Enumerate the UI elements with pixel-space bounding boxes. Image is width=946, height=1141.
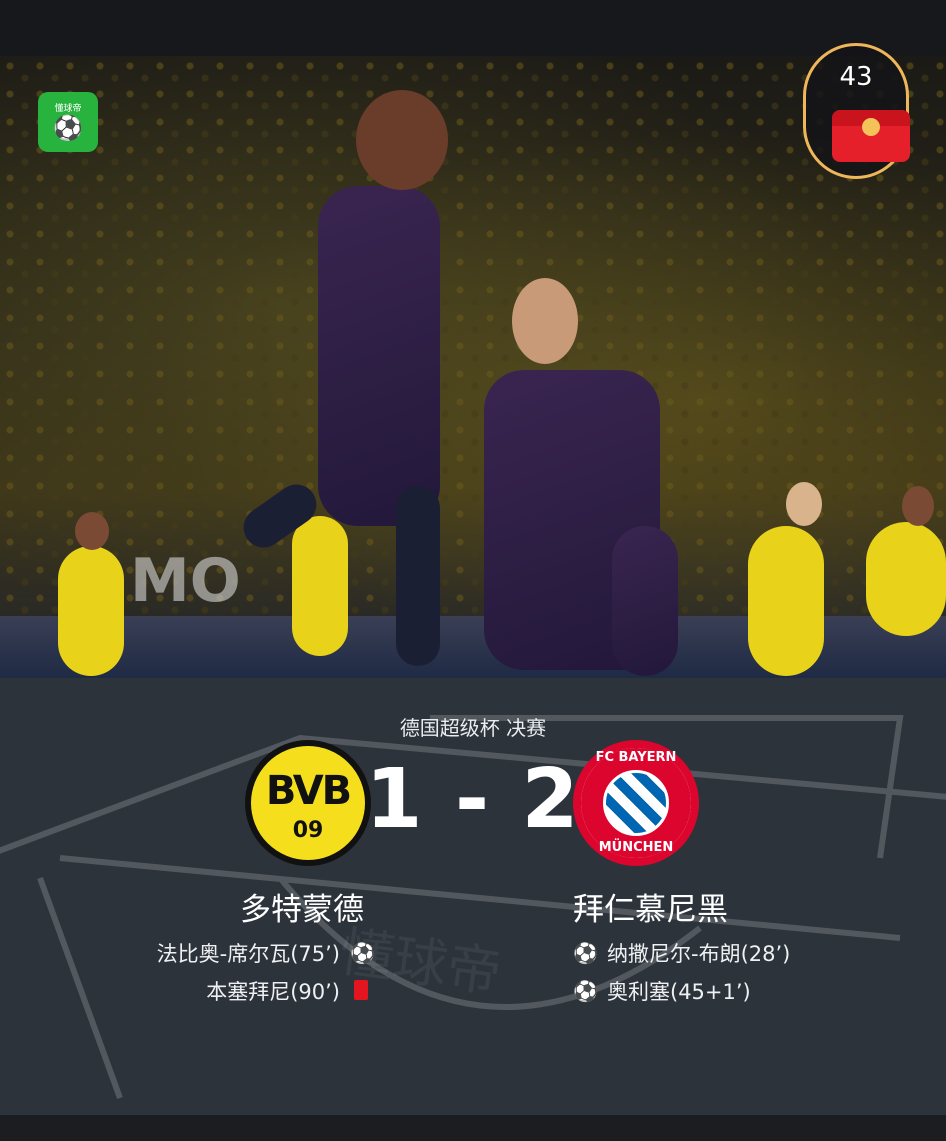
home-event-goal: 法比奥-席尔瓦(75’) ⚽ <box>156 934 375 972</box>
soccer-ball-icon: ⚽ <box>53 114 83 142</box>
red-card-icon <box>350 980 372 1002</box>
soccer-ball-icon: ⚽ <box>573 941 598 965</box>
player-bvb-24 <box>748 526 824 676</box>
event-text: 本塞拜尼(90’) <box>206 980 340 1004</box>
pitch-lines-background <box>0 715 946 1100</box>
home-events: 法比奥-席尔瓦(75’) ⚽ 本塞拜尼(90’) <box>156 934 375 1010</box>
home-event-red-card: 本塞拜尼(90’) <box>157 972 372 1010</box>
red-envelope-icon <box>832 110 910 162</box>
player-head <box>902 486 934 526</box>
soccer-ball-icon: ⚽ <box>573 979 598 1003</box>
player-bvb-mid <box>292 516 348 656</box>
away-team-crest[interactable]: FC BAYERN MÜNCHEN <box>573 740 699 866</box>
soccer-ball-icon: ⚽ <box>350 941 375 965</box>
away-crest-top-text: FC BAYERN <box>595 750 677 765</box>
red-packet-widget[interactable]: 43 <box>803 43 910 179</box>
board-text: MO <box>130 546 241 616</box>
player-bvb-7 <box>866 522 946 636</box>
status-bar <box>0 0 946 56</box>
bottom-bar <box>0 1115 946 1141</box>
away-events: ⚽ 纳撒尼尔-布朗(28’) ⚽ 奥利塞(45+1’) <box>573 934 790 1010</box>
event-text: 奥利塞(45+1’) <box>607 980 751 1004</box>
away-event-goal: ⚽ 奥利塞(45+1’) <box>573 972 790 1010</box>
app-logo[interactable]: 懂球帝 ⚽ <box>38 92 98 152</box>
away-event-goal: ⚽ 纳撒尼尔-布朗(28’) <box>573 934 790 972</box>
player-head <box>356 90 448 190</box>
score-panel[interactable]: 懂球帝 德国超级杯 决赛 BVB 09 1 - 2 FC BAYERN MÜNC… <box>0 678 946 1115</box>
player-celebrating-jump <box>318 186 440 526</box>
match-score: 1 - 2 <box>365 752 581 847</box>
match-photo[interactable]: MO <box>0 56 946 678</box>
player-away-bg <box>612 526 678 676</box>
player-bvb-left <box>58 546 124 676</box>
event-text: 法比奥-席尔瓦(75’) <box>156 942 340 966</box>
red-packet-count: 43 <box>839 62 873 92</box>
competition-title: 德国超级杯 决赛 <box>399 716 547 740</box>
player-head <box>512 278 578 364</box>
away-team-name[interactable]: 拜仁慕尼黑 <box>573 884 728 929</box>
player-head <box>786 482 822 526</box>
crest-diamonds <box>603 770 669 836</box>
red-envelope-seal <box>862 118 880 136</box>
player-leg <box>396 486 440 666</box>
away-crest-bottom-text: MÜNCHEN <box>598 840 674 855</box>
event-text: 纳撒尼尔-布朗(28’) <box>607 942 791 966</box>
player-head <box>75 512 109 550</box>
home-team-name[interactable]: 多特蒙德 <box>240 884 364 929</box>
